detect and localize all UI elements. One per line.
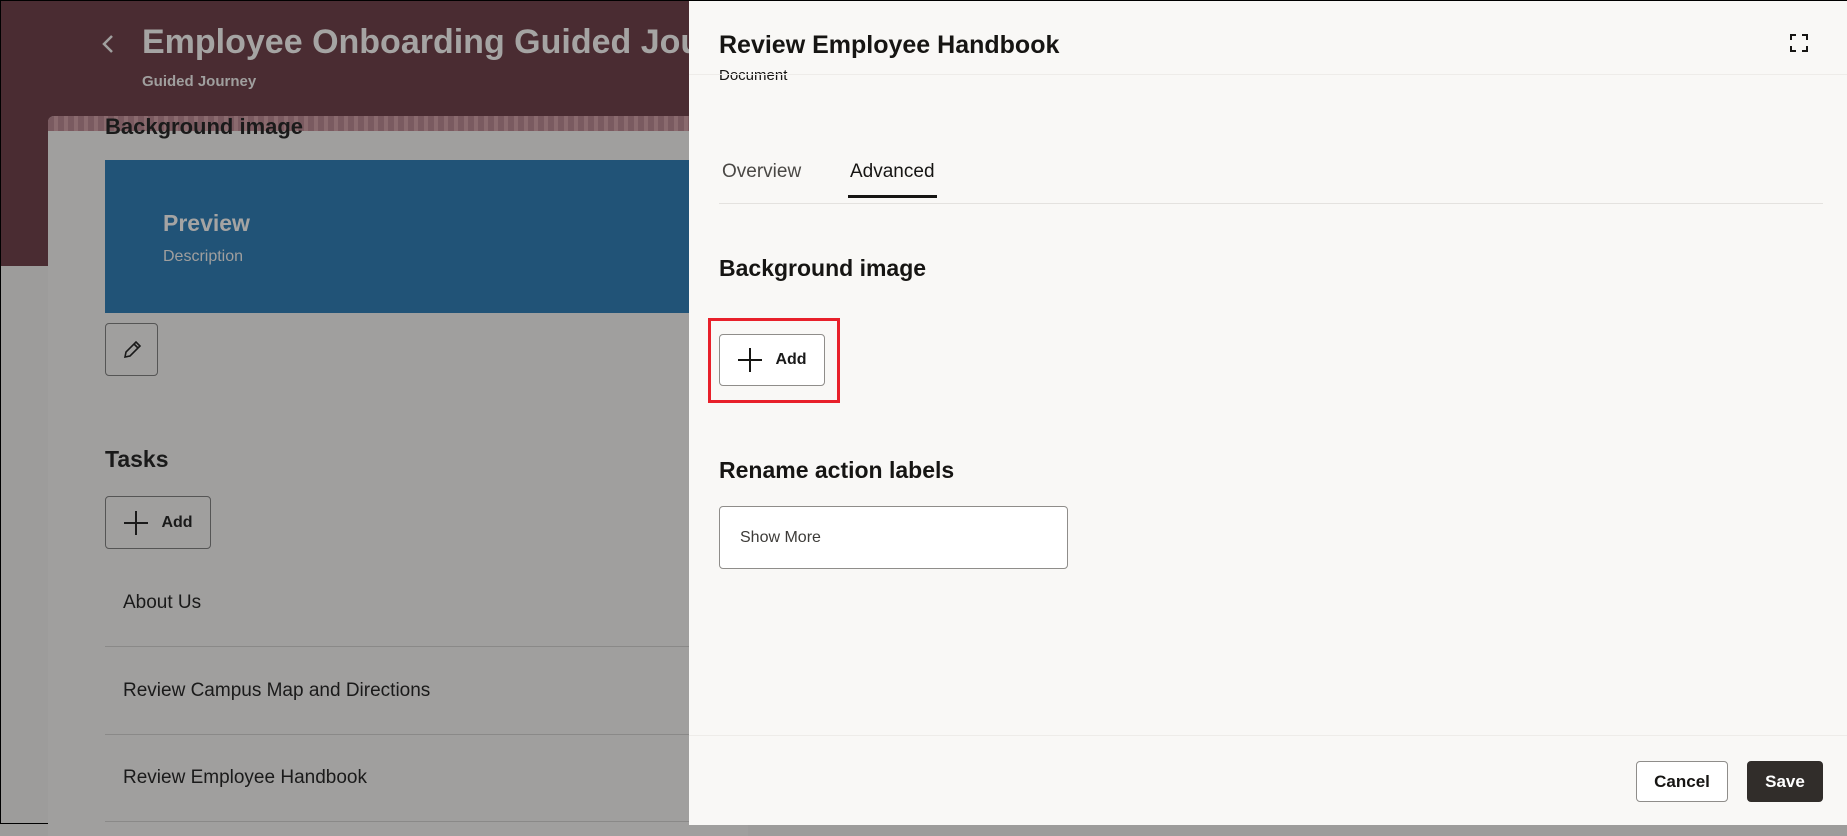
header-divider: [689, 74, 1847, 75]
plus-icon: [738, 348, 763, 372]
preview-title: Preview: [163, 210, 250, 236]
page-title: Employee Onboarding Guided Jou: [142, 23, 702, 61]
task-item[interactable]: Review Employee Handbook: [105, 735, 748, 822]
task-label: Review Employee Handbook: [123, 767, 367, 788]
drawer-subtitle: Document: [719, 67, 788, 84]
background-image-heading: Background image: [719, 255, 927, 281]
tasks-heading: Tasks: [105, 446, 169, 472]
drawer-title: Review Employee Handbook: [719, 31, 1060, 59]
add-task-label: Add: [161, 513, 193, 531]
save-button[interactable]: Save: [1747, 761, 1823, 802]
edit-button[interactable]: [105, 323, 158, 376]
task-item[interactable]: About Us: [105, 560, 748, 647]
plus-icon: [124, 510, 149, 535]
show-more-button[interactable]: Show More: [719, 506, 1068, 569]
page-subtitle: Guided Journey: [142, 73, 257, 90]
back-chevron-icon[interactable]: [101, 29, 125, 63]
tab-advanced[interactable]: Advanced: [848, 161, 937, 198]
preview-description: Description: [163, 248, 244, 265]
journey-card: Background image Preview Description Tas…: [48, 116, 748, 836]
tab-overview[interactable]: Overview: [722, 161, 801, 195]
rename-action-labels-heading: Rename action labels: [719, 457, 955, 483]
task-label: Review Campus Map and Directions: [123, 680, 431, 701]
show-more-label: Show More: [740, 528, 821, 546]
task-label: About Us: [123, 592, 202, 613]
preview-banner: Preview Description: [105, 160, 748, 313]
add-label: Add: [775, 351, 807, 368]
task-drawer: Review Employee Handbook Document Overvi…: [689, 1, 1847, 825]
pencil-icon: [123, 340, 141, 358]
tabs-divider: [719, 203, 1823, 204]
maximize-icon[interactable]: [1789, 33, 1809, 53]
cancel-button[interactable]: Cancel: [1636, 761, 1728, 802]
task-item[interactable]: Review Campus Map and Directions: [105, 648, 748, 735]
add-background-image-button[interactable]: Add: [719, 334, 825, 386]
add-task-button[interactable]: Add: [105, 496, 211, 549]
background-image-heading: Background image: [105, 116, 304, 139]
footer-divider: [689, 735, 1847, 736]
